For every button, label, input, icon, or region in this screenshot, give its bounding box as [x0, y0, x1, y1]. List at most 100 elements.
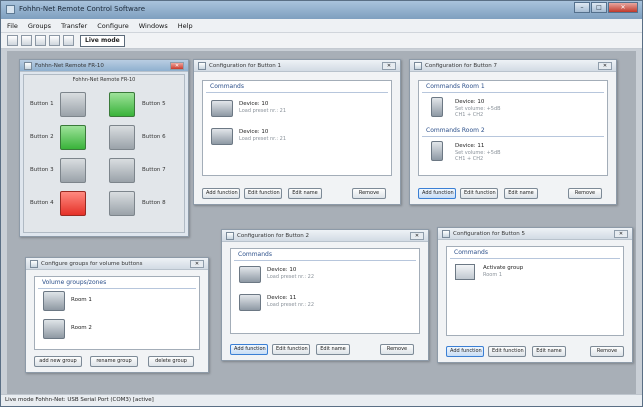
command-device: Device: 10 [239, 129, 269, 135]
menu-bar: File Groups Transfer Configure Windows H… [1, 19, 642, 33]
commands-box: Commands Device: 10 Load preset nr.: 21 … [202, 80, 392, 176]
command-item[interactable]: Device: 10 Set volume: +5dB CH1 + CH2 [427, 97, 577, 118]
command-channels: CH1 + CH2 [455, 112, 484, 118]
remote-header: Fohhn-Net Remote FR-10 [72, 77, 136, 83]
edit-name-button[interactable]: Edit name [288, 188, 322, 199]
remote-panel: Fohhn-Net Remote FR-10 Button 1 Button 2… [23, 74, 185, 233]
edit-function-button[interactable]: Edit function [244, 188, 282, 199]
remove-button[interactable]: Remove [568, 188, 602, 199]
window-close-icon[interactable]: ✕ [190, 260, 204, 268]
groups-header: Volume groups/zones [38, 277, 196, 289]
group-icon [455, 264, 475, 280]
close-button[interactable]: ✕ [608, 2, 638, 13]
menu-transfer[interactable]: Transfer [61, 22, 87, 30]
groups-window: Configure groups for volume buttons ✕ Vo… [25, 257, 209, 373]
commands-box: Commands Activate group Room 1 [446, 246, 624, 336]
window-title: Fohhn-Net Remote Control Software [19, 5, 146, 13]
device-icon [239, 266, 261, 283]
config-window-button-7: Configuration for Button 7 ✕ Commands Ro… [409, 59, 617, 205]
maximize-button[interactable]: □ [591, 2, 607, 13]
remote-pad-7[interactable] [109, 158, 135, 183]
edit-function-button[interactable]: Edit function [488, 346, 526, 357]
group-item[interactable]: Room 1 [43, 291, 193, 313]
commands-header: Commands [450, 247, 620, 259]
command-item[interactable]: Device: 10 Load preset nr.: 21 [211, 99, 361, 119]
menu-file[interactable]: File [7, 22, 18, 30]
menu-windows[interactable]: Windows [139, 22, 168, 30]
edit-name-button[interactable]: Edit name [504, 188, 538, 199]
minimize-button[interactable]: – [574, 2, 590, 13]
new-file-icon[interactable] [7, 35, 18, 46]
command-device: Device: 10 [239, 101, 269, 107]
config-title: Configuration for Button 7 [425, 63, 498, 69]
remote-pad-6[interactable] [109, 125, 135, 150]
window-icon [24, 62, 32, 70]
group-item[interactable]: Room 2 [43, 319, 193, 341]
device-icon [211, 100, 233, 117]
edit-name-button[interactable]: Edit name [532, 346, 566, 357]
commands-header: Commands [206, 81, 388, 93]
live-mode-button[interactable]: Live mode [80, 34, 125, 47]
add-function-button[interactable]: Add function [230, 344, 268, 355]
toolbar: Live mode [1, 33, 642, 49]
add-function-button[interactable]: Add function [202, 188, 240, 199]
remote-pad-3[interactable] [60, 158, 86, 183]
window-close-icon[interactable]: ✕ [614, 230, 628, 238]
window-icon [442, 230, 450, 238]
remote-close-icon[interactable]: ✕ [170, 62, 184, 70]
window-close-icon[interactable]: ✕ [598, 62, 612, 70]
button-6-label: Button 6 [142, 134, 166, 140]
group-label: Room 1 [71, 297, 92, 303]
remote-window: Fohhn-Net Remote FR-10 ✕ Fohhn-Net Remot… [19, 59, 189, 237]
command-item[interactable]: Activate group Room 1 [455, 263, 605, 283]
edit-function-button[interactable]: Edit function [460, 188, 498, 199]
command-device: Device: 11 [455, 143, 485, 149]
speaker-group-icon [43, 319, 65, 339]
transfer-icon[interactable] [63, 35, 74, 46]
command-item[interactable]: Device: 11 Set volume: +5dB CH1 + CH2 [427, 141, 577, 162]
config-window-button-1: Configuration for Button 1 ✕ Commands De… [193, 59, 401, 205]
command-item[interactable]: Device: 10 Load preset nr.: 21 [211, 127, 361, 147]
remote-pad-8[interactable] [109, 191, 135, 216]
command-action: Activate group [483, 265, 524, 271]
command-detail: Room 1 [483, 272, 503, 278]
add-function-button[interactable]: Add function [446, 346, 484, 357]
remove-button[interactable]: Remove [380, 344, 414, 355]
remote-pad-5[interactable] [109, 92, 135, 117]
speaker-group-icon [43, 291, 65, 311]
remove-button[interactable]: Remove [590, 346, 624, 357]
title-bar: Fohhn-Net Remote Control Software – □ ✕ [1, 1, 642, 19]
menu-help[interactable]: Help [178, 22, 193, 30]
edit-name-button[interactable]: Edit name [316, 344, 350, 355]
command-item[interactable]: Device: 11 Load preset nr.: 22 [239, 293, 389, 313]
save-icon[interactable] [49, 35, 60, 46]
window-close-icon[interactable]: ✕ [410, 232, 424, 240]
remote-pad-1[interactable] [60, 92, 86, 117]
command-channels: CH1 + CH2 [455, 156, 484, 162]
delete-group-button[interactable]: delete group [148, 356, 194, 367]
rename-group-button[interactable]: rename group [90, 356, 138, 367]
add-function-button[interactable]: Add function [418, 188, 456, 199]
edit-function-button[interactable]: Edit function [272, 344, 310, 355]
add-group-button[interactable]: add new group [34, 356, 82, 367]
command-detail: Load preset nr.: 22 [267, 302, 315, 308]
device-icon [211, 128, 233, 145]
menu-groups[interactable]: Groups [28, 22, 51, 30]
status-bar: Live mode Fohhn-Net: USB Serial Port (CO… [1, 394, 642, 406]
window-icon [226, 232, 234, 240]
command-item[interactable]: Device: 10 Load preset nr.: 22 [239, 265, 389, 285]
edit-icon[interactable] [35, 35, 46, 46]
commands-header: Commands Room 2 [422, 125, 604, 137]
menu-configure[interactable]: Configure [97, 22, 129, 30]
mdi-workspace: Fohhn-Net Remote FR-10 ✕ Fohhn-Net Remot… [7, 51, 636, 396]
remote-pad-2[interactable] [60, 125, 86, 150]
open-file-icon[interactable] [21, 35, 32, 46]
remove-button[interactable]: Remove [352, 188, 386, 199]
remote-pad-4[interactable] [60, 191, 86, 216]
window-close-icon[interactable]: ✕ [382, 62, 396, 70]
button-2-label: Button 2 [30, 134, 54, 140]
groups-title: Configure groups for volume buttons [41, 261, 143, 267]
command-device: Device: 10 [267, 267, 297, 273]
commands-header: Commands Room 1 [422, 81, 604, 93]
command-device: Device: 10 [455, 99, 485, 105]
